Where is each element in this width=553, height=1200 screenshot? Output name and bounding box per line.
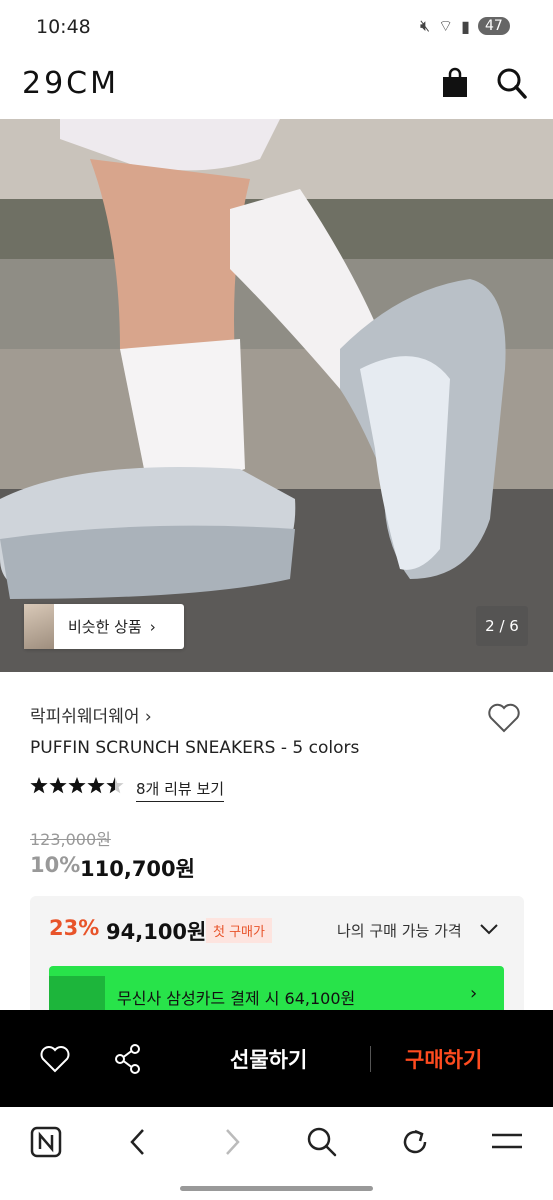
star-fill [87, 777, 105, 794]
my-price-toggle[interactable]: 나의 구매 가능 가격 [337, 920, 462, 941]
signal-icon: ▮ [461, 16, 470, 36]
first-purchase-price: 94,100원 [106, 920, 207, 944]
naver-home-icon[interactable] [28, 1124, 64, 1160]
chevron-right-icon: › [144, 707, 152, 727]
status-time: 10:48 [36, 16, 91, 38]
buy-button[interactable]: 구매하기 [405, 1044, 482, 1074]
home-indicator [180, 1186, 373, 1191]
heart-icon[interactable] [486, 700, 522, 736]
discount-rate: 10% [30, 853, 81, 877]
back-icon[interactable] [120, 1124, 156, 1160]
original-price: 123,000원 [30, 830, 111, 849]
search-icon[interactable] [304, 1124, 340, 1160]
star-fill [68, 777, 86, 794]
product-image[interactable] [0, 119, 553, 672]
chevron-right-icon: › [470, 983, 478, 1004]
first-purchase-discount: 23% [49, 916, 100, 940]
brand-name: 락피쉬웨더웨어 [30, 707, 140, 727]
logo[interactable]: 29CM [22, 66, 119, 101]
chevron-right-icon: › [149, 617, 156, 636]
similar-label: 비슷한 상품 [68, 618, 142, 636]
wifi-icon: ⌔ [438, 16, 454, 35]
star-fill [30, 777, 48, 794]
card-thumbnail [49, 976, 105, 1014]
sale-price: 110,700원 [80, 857, 195, 881]
status-icons: 🔇︎ ⌔ ▮ 47 [420, 16, 510, 36]
first-purchase-badge: 첫 구매가 [206, 918, 272, 943]
image-pager: 2 / 6 [476, 606, 528, 646]
card-offer-text: 무신사 삼성카드 결제 시 64,100원 [117, 989, 356, 1008]
forward-icon[interactable] [214, 1124, 250, 1160]
wishlist-heart-icon[interactable] [39, 1044, 71, 1074]
gift-button[interactable]: 선물하기 [230, 1044, 307, 1074]
divider [370, 1046, 371, 1072]
product-title: PUFFIN SCRUNCH SNEAKERS - 5 colors [30, 738, 360, 758]
share-icon[interactable] [113, 1043, 143, 1075]
rating-stars [30, 776, 130, 801]
search-icon[interactable] [496, 66, 528, 100]
chevron-down-icon[interactable] [478, 918, 500, 940]
brand-link[interactable]: 락피쉬웨더웨어 › [30, 702, 152, 727]
star-fill [49, 777, 67, 794]
review-link[interactable]: 8개 리뷰 보기 [136, 778, 225, 802]
shopping-bag-icon[interactable] [441, 66, 469, 100]
mute-icon: 🔇︎ [420, 16, 431, 35]
battery-badge: 47 [477, 17, 510, 35]
similar-products-button[interactable]: 비슷한 상품 › [24, 604, 184, 649]
similar-thumbnail [24, 604, 54, 649]
menu-icon[interactable] [489, 1124, 525, 1160]
refresh-icon[interactable] [397, 1124, 433, 1160]
